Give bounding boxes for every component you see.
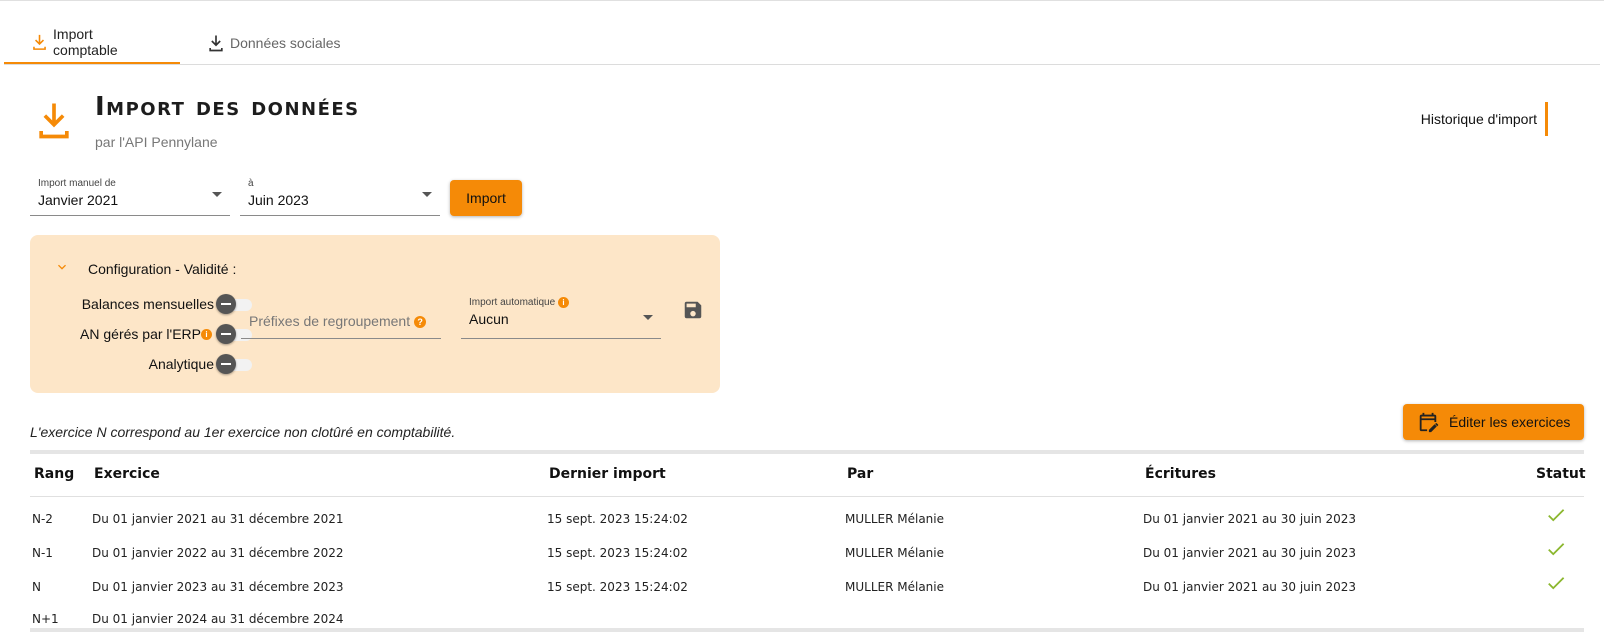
cell-exercice: Du 01 janvier 2024 au 31 décembre 2024: [92, 612, 344, 626]
table-row: N-2 Du 01 janvier 2021 au 31 décembre 20…: [0, 503, 1604, 537]
info-icon[interactable]: i: [201, 328, 212, 340]
cell-exercice: Du 01 janvier 2023 au 31 décembre 2023: [92, 580, 344, 594]
cell-dernier-import: 15 sept. 2023 15:24:02: [547, 546, 688, 560]
table-row: N-1 Du 01 janvier 2022 au 31 décembre 20…: [0, 537, 1604, 571]
info-icon[interactable]: i: [557, 297, 569, 308]
page-subtitle: par l'API Pennylane: [95, 134, 218, 150]
chevron-down-icon: [212, 192, 222, 197]
edit-exercises-label: Éditer les exercices: [1449, 414, 1571, 430]
tab-import-comptable[interactable]: Import comptable: [4, 22, 180, 64]
import-to-select[interactable]: à Juin 2023: [240, 174, 440, 216]
download-icon: [39, 103, 69, 139]
cell-exercice: Du 01 janvier 2022 au 31 décembre 2022: [92, 546, 344, 560]
import-button[interactable]: Import: [450, 180, 522, 216]
column-header-rang: Rang: [34, 466, 75, 482]
page-title: Import des données: [95, 92, 360, 122]
config-title: Configuration - Validité :: [88, 261, 237, 277]
toggle-row-balances: Balances mensuelles: [82, 294, 252, 314]
table-header-divider: [30, 496, 1584, 497]
toggle-label: AN gérés par l'ERP: [80, 326, 201, 342]
chevron-down-icon[interactable]: [54, 259, 70, 275]
auto-import-select[interactable]: Import automatique i Aucun: [461, 297, 661, 339]
check-icon: [1548, 543, 1565, 556]
tabs-divider: [4, 64, 1600, 65]
toggle-row-analytique: Analytique: [149, 354, 252, 374]
column-header-par: Par: [847, 466, 874, 482]
download-icon: [209, 35, 223, 52]
save-icon[interactable]: [682, 299, 704, 321]
tab-donnees-sociales[interactable]: Données sociales: [180, 22, 365, 64]
prefix-placeholder: Préfixes de regroupement?: [249, 313, 427, 329]
cell-par: MULLER Mélanie: [845, 512, 944, 526]
tab-bar: Import comptable Données sociales: [4, 22, 365, 64]
import-from-value: Janvier 2021: [38, 192, 119, 208]
column-header-ecritures: Écritures: [1145, 466, 1216, 482]
cell-ecritures: Du 01 janvier 2021 au 30 juin 2023: [1143, 580, 1357, 594]
cell-ecritures: Du 01 janvier 2021 au 30 juin 2023: [1143, 546, 1357, 560]
help-icon[interactable]: ?: [414, 316, 427, 328]
download-icon: [33, 34, 46, 50]
calendar-edit-icon: [1419, 412, 1439, 433]
import-from-label: Import manuel de: [38, 178, 116, 189]
cell-rang: N+1: [32, 612, 59, 626]
toggle-label: Balances mensuelles: [81, 296, 214, 312]
cell-rang: N: [32, 580, 41, 594]
column-header-statut: Statut: [1536, 466, 1586, 482]
import-to-value: Juin 2023: [248, 192, 309, 208]
cell-dernier-import: 15 sept. 2023 15:24:02: [547, 512, 688, 526]
prefix-input[interactable]: Préfixes de regroupement?: [241, 297, 441, 339]
auto-import-value: Aucun: [469, 311, 509, 327]
top-border: [0, 0, 1604, 1]
chevron-down-icon: [643, 315, 653, 320]
config-panel: Configuration - Validité : Balances mens…: [30, 235, 720, 393]
history-link[interactable]: Historique d'import: [1421, 102, 1548, 136]
toggle-label: Analytique: [148, 356, 214, 372]
import-to-label: à: [248, 178, 254, 189]
tab-label: Données sociales: [230, 35, 341, 51]
cell-exercice: Du 01 janvier 2021 au 31 décembre 2021: [92, 512, 344, 526]
analytique-toggle[interactable]: [216, 354, 252, 374]
toggle-row-an: AN gérés par l'ERP i: [80, 324, 252, 344]
chevron-down-icon: [422, 192, 432, 197]
cell-ecritures: Du 01 janvier 2021 au 30 juin 2023: [1143, 512, 1357, 526]
exercise-note: L'exercice N correspond au 1er exercice …: [30, 424, 456, 440]
check-icon: [1548, 577, 1565, 590]
check-icon: [1548, 509, 1565, 522]
tab-label: Import comptable: [53, 26, 118, 58]
import-from-select[interactable]: Import manuel de Janvier 2021: [30, 174, 230, 216]
column-header-dernier-import: Dernier import: [549, 466, 666, 482]
auto-import-label: Import automatique i: [469, 297, 569, 308]
cell-par: MULLER Mélanie: [845, 546, 944, 560]
table-row: N Du 01 janvier 2023 au 31 décembre 2023…: [0, 571, 1604, 605]
column-header-exercice: Exercice: [94, 466, 160, 482]
cell-dernier-import: 15 sept. 2023 15:24:02: [547, 580, 688, 594]
cell-rang: N-1: [32, 546, 53, 560]
table-bottom-border: [30, 628, 1584, 632]
table-top-border: [30, 450, 1584, 454]
cell-rang: N-2: [32, 512, 53, 526]
edit-exercises-button[interactable]: Éditer les exercices: [1403, 404, 1584, 440]
cell-par: MULLER Mélanie: [845, 580, 944, 594]
